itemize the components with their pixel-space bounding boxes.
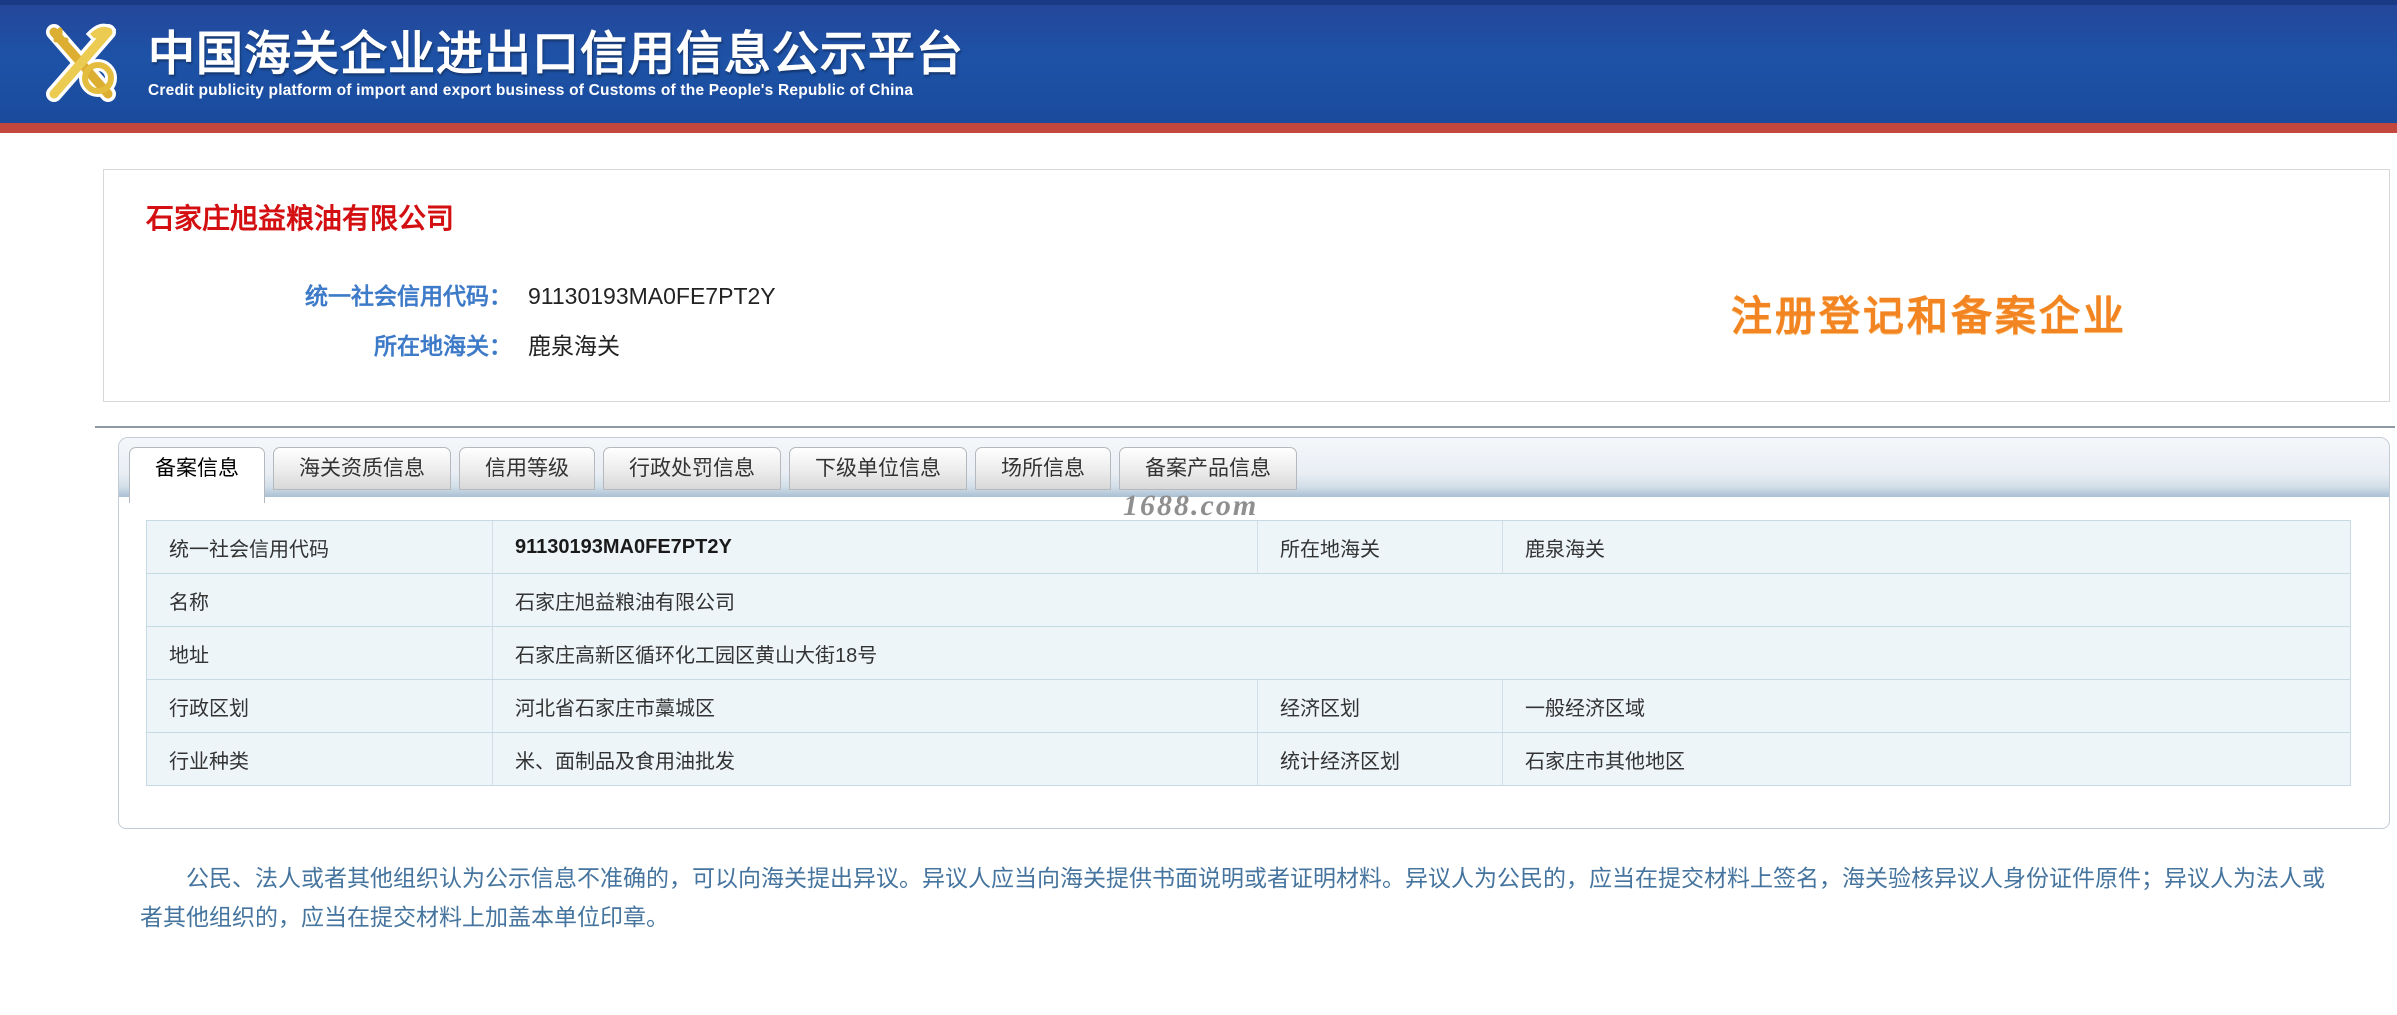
- row-label: 统计经济区划: [1257, 733, 1502, 785]
- row-value: 鹿泉海关: [1502, 521, 2352, 573]
- tab-premises-info[interactable]: 场所信息: [975, 447, 1111, 490]
- tab-record-info[interactable]: 备案信息: [129, 447, 265, 503]
- customs-value: 鹿泉海关: [528, 333, 620, 359]
- tab-administrative-penalty[interactable]: 行政处罚信息: [603, 447, 781, 490]
- tab-credit-rating[interactable]: 信用等级: [459, 447, 595, 490]
- tab-recorded-products[interactable]: 备案产品信息: [1119, 447, 1297, 490]
- row-label: 行业种类: [169, 750, 249, 773]
- section-divider: [95, 426, 2395, 428]
- row-label: 统一社会信用代码: [169, 538, 329, 561]
- detail-tabs-module: 备案信息 海关资质信息 信用等级 行政处罚信息 下级单位信息 场所信息 备案产品…: [118, 437, 2390, 829]
- objection-notice-text: 公民、法人或者其他组织认为公示信息不准确的，可以向海关提出异议。异议人应当向海关…: [140, 865, 2325, 930]
- site-header: 中国海关企业进出口信用信息公示平台 Credit publicity platf…: [0, 0, 2397, 123]
- registration-status-badge: 注册登记和备案企业: [1731, 293, 2127, 339]
- table-row: 行业种类 米、面制品及食用油批发 统计经济区划 石家庄市其他地区: [147, 733, 2350, 785]
- table-row: 地址 石家庄高新区循环化工园区黄山大街18号: [147, 627, 2350, 680]
- tab-strip: 备案信息 海关资质信息 信用等级 行政处罚信息 下级单位信息 场所信息 备案产品…: [119, 438, 2389, 503]
- site-subtitle: Credit publicity platform of import and …: [148, 82, 914, 100]
- company-name: 石家庄旭益粮油有限公司: [146, 203, 455, 234]
- record-info-content: 统一社会信用代码 91130193MA0FE7PT2Y 所在地海关 鹿泉海关 名…: [119, 497, 2389, 828]
- site-title: 中国海关企业进出口信用信息公示平台: [148, 26, 964, 80]
- row-value: 河北省石家庄市藁城区: [492, 680, 1257, 732]
- row-value: 一般经济区域: [1502, 680, 2352, 732]
- credit-code-value: 91130193MA0FE7PT2Y: [528, 283, 776, 309]
- row-label: 经济区划: [1257, 680, 1502, 732]
- table-row: 名称 石家庄旭益粮油有限公司: [147, 574, 2350, 627]
- table-row: 行政区划 河北省石家庄市藁城区 经济区划 一般经济区域: [147, 680, 2350, 733]
- table-row: 统一社会信用代码 91130193MA0FE7PT2Y 所在地海关 鹿泉海关: [147, 521, 2350, 574]
- row-label: 所在地海关: [1257, 521, 1502, 573]
- company-summary-panel: 石家庄旭益粮油有限公司 统一社会信用代码： 91130193MA0FE7PT2Y…: [103, 169, 2390, 402]
- credit-code-label: 统一社会信用代码：: [305, 283, 512, 309]
- header-red-accent-bar: [0, 123, 2397, 133]
- row-label: 地址: [169, 644, 209, 667]
- customs-label: 所在地海关：: [374, 333, 512, 359]
- tab-customs-qualification[interactable]: 海关资质信息: [273, 447, 451, 490]
- row-value: 91130193MA0FE7PT2Y: [492, 521, 1257, 573]
- row-label: 名称: [169, 591, 209, 614]
- record-info-table: 统一社会信用代码 91130193MA0FE7PT2Y 所在地海关 鹿泉海关 名…: [146, 520, 2351, 786]
- row-value: 米、面制品及食用油批发: [492, 733, 1257, 785]
- tab-subordinate-units[interactable]: 下级单位信息: [789, 447, 967, 490]
- customs-emblem-icon: [30, 14, 130, 114]
- row-label: 行政区划: [169, 697, 249, 720]
- row-value: 石家庄旭益粮油有限公司: [492, 574, 2352, 626]
- row-value: 石家庄市其他地区: [1502, 733, 2352, 785]
- row-value: 石家庄高新区循环化工园区黄山大街18号: [492, 627, 2352, 679]
